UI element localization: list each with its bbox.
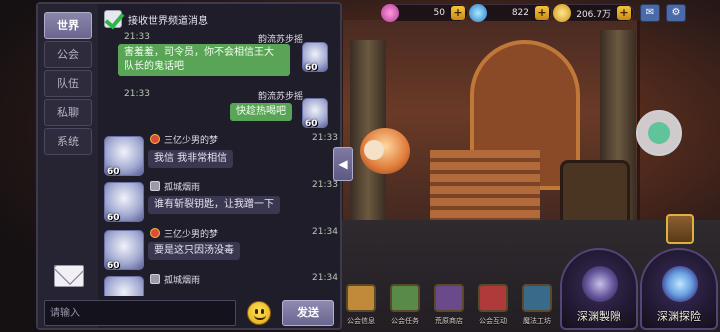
message-text: 我信 我非常相信 [154, 153, 228, 164]
tab-team[interactable]: 队伍 [44, 70, 92, 97]
dock-item-guild-quests[interactable]: 公会任务 [386, 278, 424, 328]
explore-portal-icon [662, 266, 698, 302]
message-time: 21:34 [312, 227, 338, 237]
rank-badge-icon [150, 274, 160, 284]
avatar[interactable]: 60 [104, 136, 144, 177]
message-time: 21:33 [312, 180, 338, 190]
dock-label: 荒原商店 [435, 317, 463, 325]
avatar-level: 60 [107, 167, 120, 177]
message-time: 21:33 [124, 89, 150, 99]
message-text: 害羞羞，司令员，你不会相信王大 [124, 47, 274, 58]
avatar[interactable]: 60 [104, 230, 144, 271]
guild-info-icon [346, 284, 376, 312]
avatar-level: 60 [305, 63, 318, 73]
dock-label: 公会互动 [479, 317, 507, 325]
message-text: 快趁热喝吧 [236, 106, 286, 117]
message-bubble: 害羞羞，司令员，你不会相信王大 队长的鬼话吧 [118, 44, 290, 76]
treasure-chest-icon[interactable] [666, 214, 694, 244]
message-sender: 三亿少男的梦 [164, 230, 219, 240]
dock-label: 魔法工坊 [523, 317, 551, 325]
gem-icon [469, 4, 487, 22]
tab-system[interactable]: 系统 [44, 128, 92, 155]
coins-counter: 206.7万 + [553, 4, 634, 22]
rank-badge-icon [150, 228, 160, 238]
dock-item-magic-workshop[interactable]: 魔法工坊 [518, 278, 556, 328]
dock-item-guild-interact[interactable]: 公会互动 [474, 278, 512, 328]
workshop-icon [522, 284, 552, 312]
message-sender: 韵流苏步摇 [258, 92, 304, 102]
tab-private[interactable]: 私聊 [44, 99, 92, 126]
companion-icon [648, 122, 670, 144]
hearts-counter: 50 + [381, 4, 468, 22]
dock-label: 公会任务 [391, 317, 419, 325]
resource-bar: 50 + 822 + 206.7万 + ✉ ⚙ [381, 2, 714, 24]
message-bubble: 我信 我非常相信 [148, 150, 234, 168]
heart-icon [381, 4, 399, 22]
message-bubble: 谁有斩裂钥匙，让我蹭一下 [148, 196, 280, 214]
chat-input[interactable] [44, 300, 236, 326]
rank-badge-icon [150, 134, 160, 144]
message-text: 要是这只因汤没毒 [154, 245, 234, 256]
coins-value: 206.7万 [576, 9, 611, 20]
add-gems-button[interactable]: + [535, 6, 549, 20]
dock-item-guild-info[interactable]: 公会信息 [342, 278, 380, 328]
world-channel-toggle-label: 接收世界频道消息 [128, 15, 208, 27]
message-sender: 三亿少男的梦 [164, 136, 219, 146]
avatar[interactable]: 60 [302, 42, 328, 73]
guild-quests-icon [390, 284, 420, 312]
avatar-level: 60 [107, 261, 120, 271]
smiley-icon[interactable] [247, 301, 271, 325]
shop-icon [434, 284, 464, 312]
avatar-level: 60 [305, 119, 318, 129]
guild-dock: 公会信息 公会任务 荒原商店 公会互动 魔法工坊 [342, 278, 562, 330]
message-time: 21:33 [124, 32, 150, 42]
chat-input-row: 发送 [44, 300, 336, 328]
dock-item-wasteland-shop[interactable]: 荒原商店 [430, 278, 468, 328]
avatar[interactable]: 60 [302, 98, 328, 129]
tab-world[interactable]: 世界 [44, 12, 92, 39]
gems-counter: 822 + [469, 4, 552, 22]
sword-icon [478, 284, 508, 312]
gems-value: 822 [511, 8, 529, 18]
message-time: 21:34 [312, 273, 338, 283]
message-text: 队长的鬼话吧 [124, 61, 184, 72]
interaction-button[interactable] [636, 110, 682, 156]
avatar[interactable]: 60 [104, 182, 144, 223]
avatar-level: 60 [107, 213, 120, 223]
deep-forge-button[interactable]: 深渊製隙 [560, 248, 638, 330]
add-coins-button[interactable]: + [617, 6, 631, 20]
checkbox-checked-icon[interactable] [104, 10, 122, 28]
forge-portal-icon [582, 266, 618, 302]
message-text: 谁有斩裂钥匙，让我蹭一下 [154, 199, 274, 210]
send-button[interactable]: 发送 [282, 300, 334, 326]
message-sender: 孤城烟雨 [164, 183, 201, 193]
scene-stairs [430, 150, 540, 220]
mail-icon[interactable]: ✉ [640, 4, 660, 22]
hearts-value: 50 [433, 8, 445, 18]
message-sender: 孤城烟雨 [164, 276, 201, 286]
avatar[interactable] [104, 276, 144, 296]
message-bubble: 快趁热喝吧 [230, 103, 292, 121]
coin-icon [553, 4, 571, 22]
gear-icon[interactable]: ⚙ [666, 4, 686, 22]
collapse-chat-button[interactable]: ◀ [333, 147, 353, 181]
dock-label: 公会信息 [347, 317, 375, 325]
deep-explore-button[interactable]: 深渊探险 [640, 248, 718, 330]
chat-tabs: 世界 公会 队伍 私聊 系统 [38, 4, 98, 328]
chat-panel: 世界 公会 队伍 私聊 系统 接收世界频道消息 21:33 韵流苏步摇 害羞羞，… [36, 2, 342, 330]
message-time: 21:33 [312, 133, 338, 143]
chat-messages[interactable]: 接收世界频道消息 21:33 韵流苏步摇 害羞羞，司令员，你不会相信王大 队长的… [98, 4, 340, 296]
add-hearts-button[interactable]: + [451, 6, 465, 20]
message-bubble: 要是这只因汤没毒 [148, 242, 240, 260]
deep-forge-label: 深渊製隙 [577, 310, 621, 323]
tab-guild[interactable]: 公会 [44, 41, 92, 68]
rank-badge-icon [150, 181, 160, 191]
deep-explore-label: 深渊探险 [657, 310, 701, 323]
player-character-head [364, 140, 384, 160]
world-channel-toggle[interactable]: 接收世界频道消息 [104, 8, 208, 30]
mail-icon[interactable] [54, 265, 84, 287]
